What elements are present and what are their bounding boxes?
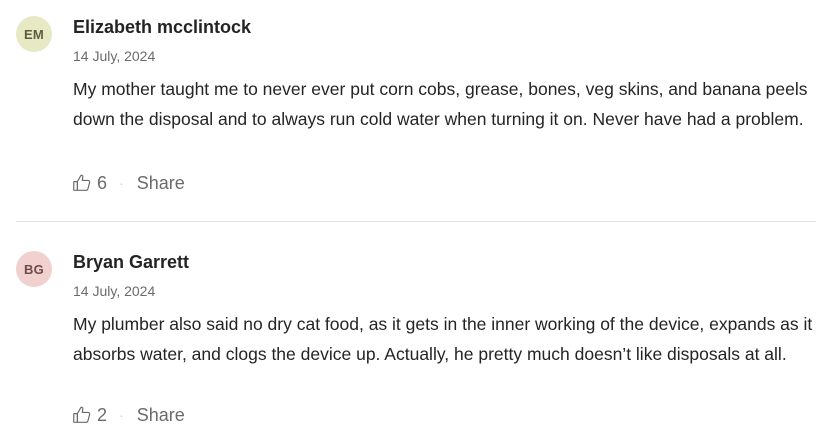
- comment-divider: [16, 221, 816, 222]
- comments-list: EM Elizabeth mcclintock 14 July, 2024 My…: [0, 0, 825, 444]
- comment-date: 14 July, 2024: [73, 48, 156, 64]
- clap-count: 6: [97, 172, 108, 193]
- comment-date: 14 July, 2024: [73, 283, 156, 299]
- avatar[interactable]: EM: [16, 16, 52, 52]
- separator-dot: ·: [119, 407, 124, 423]
- comment-author[interactable]: Elizabeth mcclintock: [73, 17, 251, 38]
- avatar-initials: BG: [23, 261, 45, 277]
- comment-author[interactable]: Bryan Garrett: [73, 252, 189, 273]
- comment-actions: 2 · Share: [71, 402, 185, 428]
- comment-text: My mother taught me to never ever put co…: [73, 79, 808, 129]
- avatar[interactable]: BG: [16, 251, 52, 287]
- clap-icon: [71, 404, 93, 426]
- clap-button[interactable]: 2: [71, 404, 107, 426]
- clap-icon: [71, 172, 93, 194]
- share-button[interactable]: Share: [137, 405, 185, 426]
- comment-actions: 6 · Share: [71, 170, 185, 196]
- share-button[interactable]: Share: [137, 173, 185, 194]
- comment-text: My plumber also said no dry cat food, as…: [73, 314, 813, 364]
- clap-count: 2: [97, 404, 108, 425]
- separator-dot: ·: [119, 175, 124, 191]
- clap-button[interactable]: 6: [71, 172, 107, 194]
- avatar-initials: EM: [23, 26, 45, 42]
